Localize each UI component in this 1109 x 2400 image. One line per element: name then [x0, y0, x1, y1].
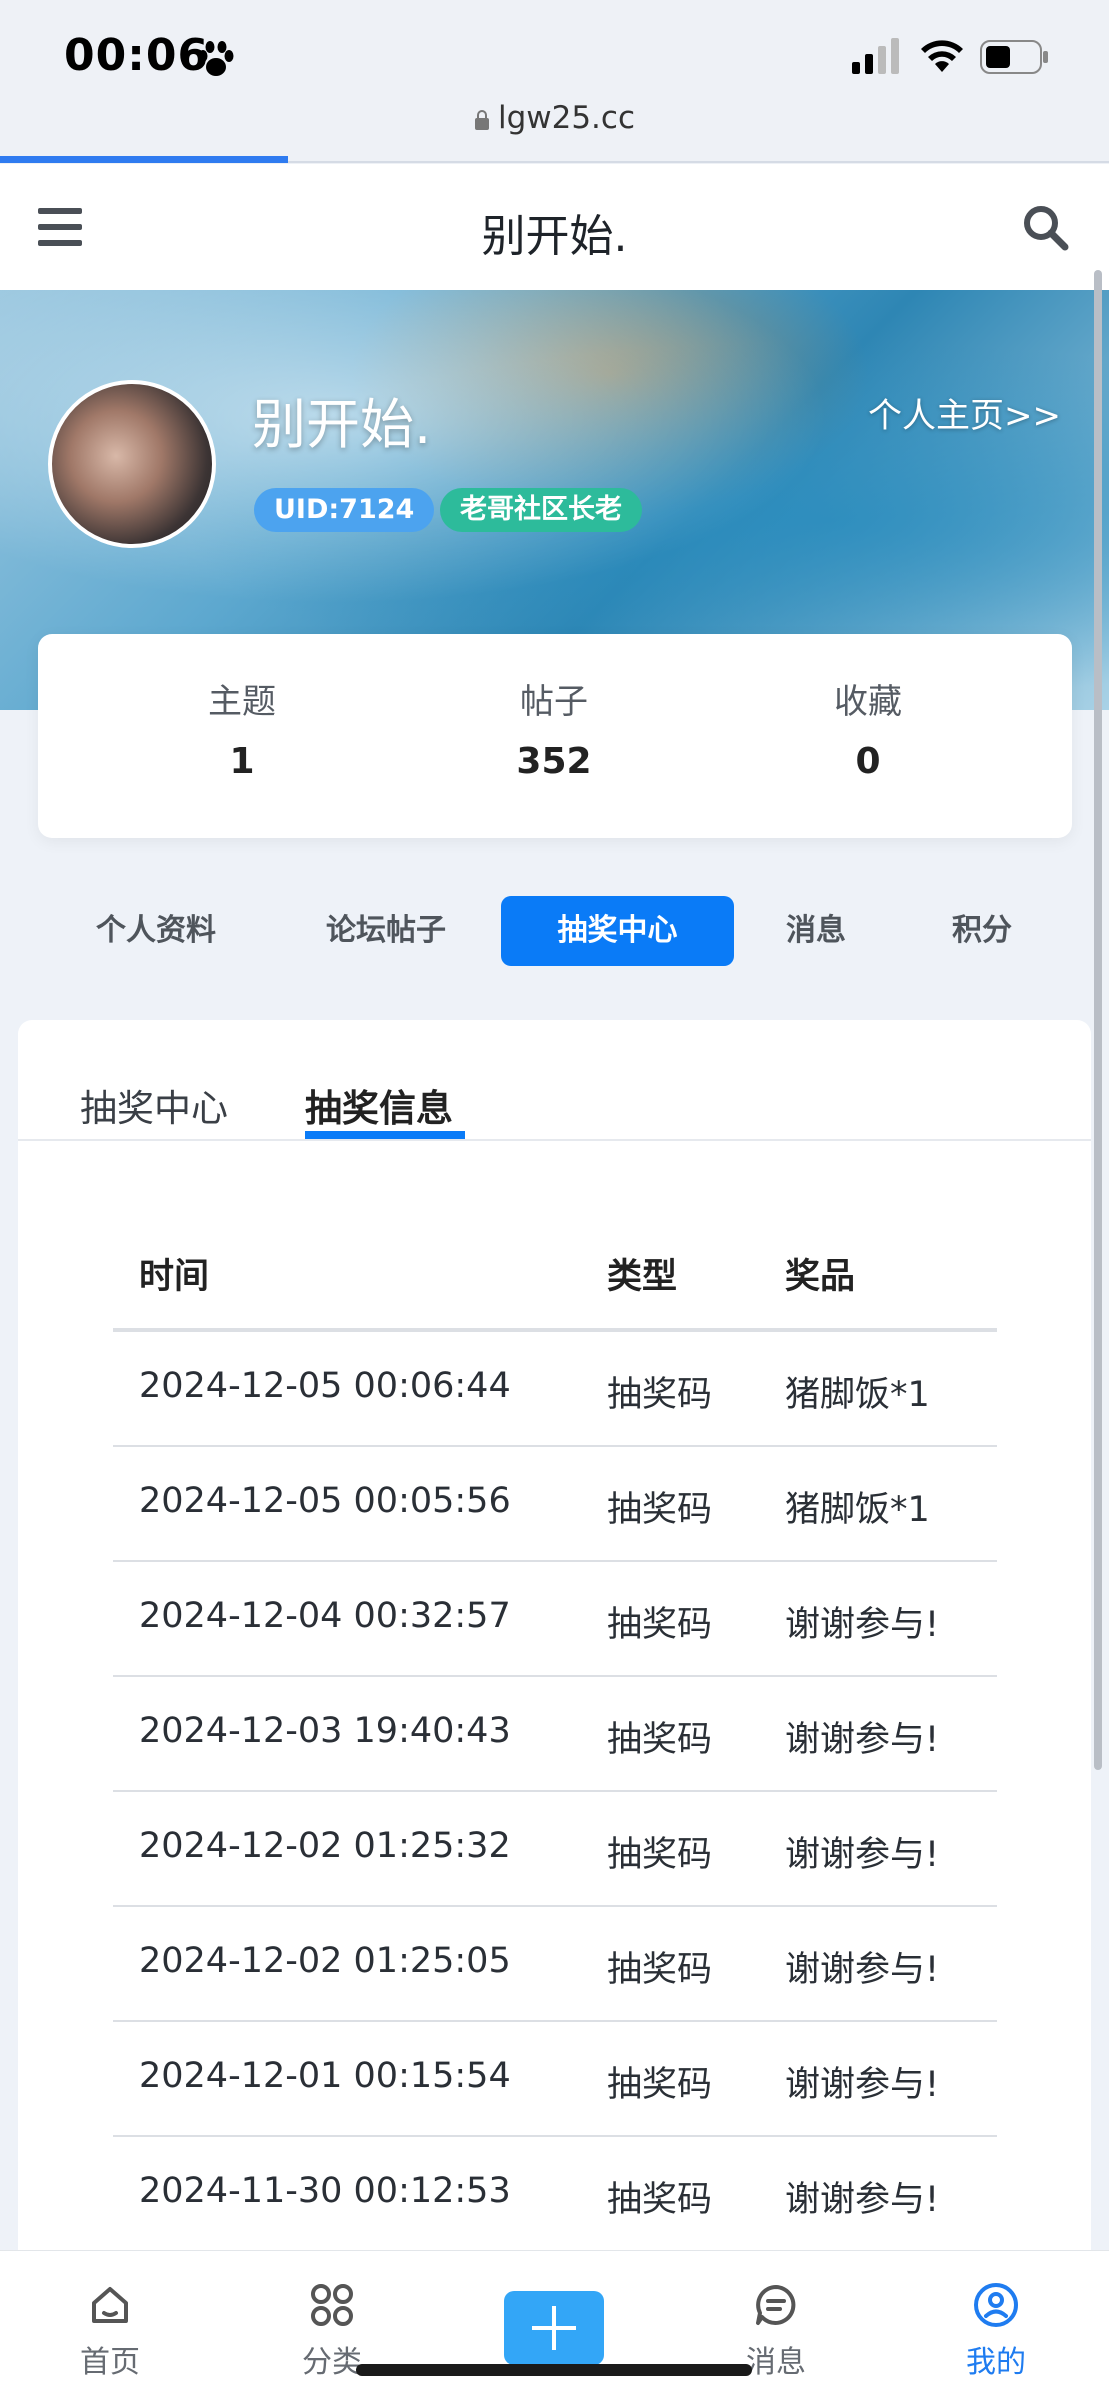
- table-row: 2024-12-02 01:25:32 抽奖码 谢谢参与!: [113, 1792, 997, 1907]
- stat-topics[interactable]: 主题 1: [92, 674, 392, 782]
- cell-time: 2024-11-30 00:12:53: [139, 2171, 511, 2211]
- profile-username: 别开始.: [252, 393, 432, 456]
- user-icon: [974, 2283, 1018, 2327]
- cell-prize: 猪脚饭*1: [785, 1375, 930, 1415]
- tab-points[interactable]: 积分: [932, 896, 1032, 966]
- cell-type: 抽奖码: [607, 2180, 713, 2220]
- table-row: 2024-12-05 00:05:56 抽奖码 猪脚饭*1: [113, 1447, 997, 1562]
- home-indicator: [356, 2364, 752, 2376]
- url-text: lgw25.cc: [497, 100, 636, 136]
- tabbar-label: 首页: [80, 2345, 140, 2380]
- cell-prize: 谢谢参与!: [785, 1720, 940, 1760]
- cell-time: 2024-12-02 01:25:05: [139, 1941, 511, 1981]
- cell-time: 2024-12-05 00:05:56: [139, 1481, 511, 1521]
- cell-prize: 谢谢参与!: [785, 2065, 940, 2105]
- stat-label: 主题: [208, 682, 276, 722]
- table-row: 2024-12-05 00:06:44 抽奖码 猪脚饭*1: [113, 1332, 997, 1447]
- cell-type: 抽奖码: [607, 1490, 713, 1530]
- tab-profile[interactable]: 个人资料: [66, 896, 246, 966]
- lottery-panel: 抽奖中心 抽奖信息 时间 类型 奖品 2024-12-05 00:06:44 抽…: [18, 1020, 1091, 2260]
- table-row: 2024-12-01 00:15:54 抽奖码 谢谢参与!: [113, 2022, 997, 2137]
- cell-time: 2024-12-05 00:06:44: [139, 1366, 511, 1406]
- divider: [18, 1139, 1091, 1141]
- load-progress: [0, 156, 288, 163]
- home-icon: [92, 2287, 128, 2323]
- cell-time: 2024-12-01 00:15:54: [139, 2056, 511, 2096]
- signal-icon: [852, 38, 899, 74]
- cell-prize: 猪脚饭*1: [785, 1490, 930, 1530]
- stats-card: 主题 1 帖子 352 收藏 0: [38, 634, 1072, 838]
- tab-forum-posts[interactable]: 论坛帖子: [296, 896, 476, 966]
- stat-value: 352: [516, 741, 592, 782]
- wifi-icon: [921, 40, 963, 72]
- table-row: 2024-12-03 19:40:43 抽奖码 谢谢参与!: [113, 1677, 997, 1792]
- table-body: 2024-12-05 00:06:44 抽奖码 猪脚饭*1 2024-12-05…: [113, 1332, 997, 2252]
- bottom-tab-bar: 首页 分类 消息 我的: [0, 2250, 1109, 2400]
- avatar[interactable]: [48, 380, 216, 548]
- tabbar-label: 我的: [966, 2345, 1026, 2380]
- scrollbar[interactable]: [1094, 270, 1102, 1770]
- page-title: 别开始.: [481, 211, 628, 262]
- cell-prize: 谢谢参与!: [785, 1835, 940, 1875]
- cell-type: 抽奖码: [607, 1835, 713, 1875]
- chat-icon: [756, 2285, 796, 2325]
- profile-nav-tabs: 个人资料 论坛帖子 抽奖中心 消息 积分: [0, 896, 1109, 966]
- paw-icon: [198, 41, 234, 76]
- tab-lottery-center[interactable]: 抽奖中心: [501, 896, 734, 966]
- column-header-prize: 奖品: [785, 1257, 856, 1297]
- cell-type: 抽奖码: [607, 1375, 713, 1415]
- profile-home-link[interactable]: 个人主页>>: [868, 388, 1061, 437]
- cell-type: 抽奖码: [607, 1605, 713, 1645]
- status-time: 00:06: [64, 30, 210, 81]
- url-bar[interactable]: lgw25.cc: [0, 100, 1109, 136]
- cell-prize: 谢谢参与!: [785, 2180, 940, 2220]
- cell-prize: 谢谢参与!: [785, 1605, 940, 1645]
- cell-time: 2024-12-03 19:40:43: [139, 1711, 511, 1751]
- stat-value: 1: [229, 741, 255, 782]
- cell-prize: 谢谢参与!: [785, 1950, 940, 1990]
- rank-badge: 老哥社区长老: [440, 488, 642, 532]
- stat-favorites[interactable]: 收藏 0: [718, 674, 1018, 782]
- tab-messages[interactable]: 消息: [766, 896, 866, 966]
- status-bar: 00:06 lgw25.cc: [0, 0, 1109, 164]
- lock-icon: [474, 110, 489, 130]
- tabbar-home[interactable]: 首页: [40, 2281, 180, 2381]
- cell-time: 2024-12-02 01:25:32: [139, 1826, 511, 1866]
- stat-label: 帖子: [520, 682, 588, 722]
- table-header: 时间 类型 奖品: [113, 1242, 997, 1332]
- column-header-time: 时间: [139, 1257, 210, 1297]
- uid-badge: UID:7124: [254, 488, 435, 532]
- cell-type: 抽奖码: [607, 1950, 713, 1990]
- grid-icon: [311, 2284, 353, 2326]
- active-subtab-indicator: [305, 1131, 465, 1139]
- app-header: 别开始.: [0, 164, 1109, 290]
- column-header-type: 类型: [607, 1257, 678, 1297]
- table-row: 2024-12-02 01:25:05 抽奖码 谢谢参与!: [113, 1907, 997, 2022]
- battery-icon: [980, 40, 1048, 74]
- search-icon[interactable]: [1020, 202, 1070, 252]
- table-row: 2024-11-30 00:12:53 抽奖码 谢谢参与!: [113, 2137, 997, 2252]
- subtab-lottery-info[interactable]: 抽奖信息: [305, 1078, 453, 1132]
- stat-posts[interactable]: 帖子 352: [404, 674, 704, 782]
- cell-time: 2024-12-04 00:32:57: [139, 1596, 511, 1636]
- table-row: 2024-12-04 00:32:57 抽奖码 谢谢参与!: [113, 1562, 997, 1677]
- stat-label: 收藏: [834, 682, 902, 722]
- stat-value: 0: [855, 741, 881, 782]
- subtab-lottery-center[interactable]: 抽奖中心: [80, 1078, 228, 1132]
- plus-icon[interactable]: [504, 2291, 604, 2365]
- cell-type: 抽奖码: [607, 1720, 713, 1760]
- cell-type: 抽奖码: [607, 2065, 713, 2105]
- lottery-table: 时间 类型 奖品 2024-12-05 00:06:44 抽奖码 猪脚饭*1 2…: [113, 1242, 997, 2252]
- tabbar-me[interactable]: 我的: [926, 2281, 1066, 2381]
